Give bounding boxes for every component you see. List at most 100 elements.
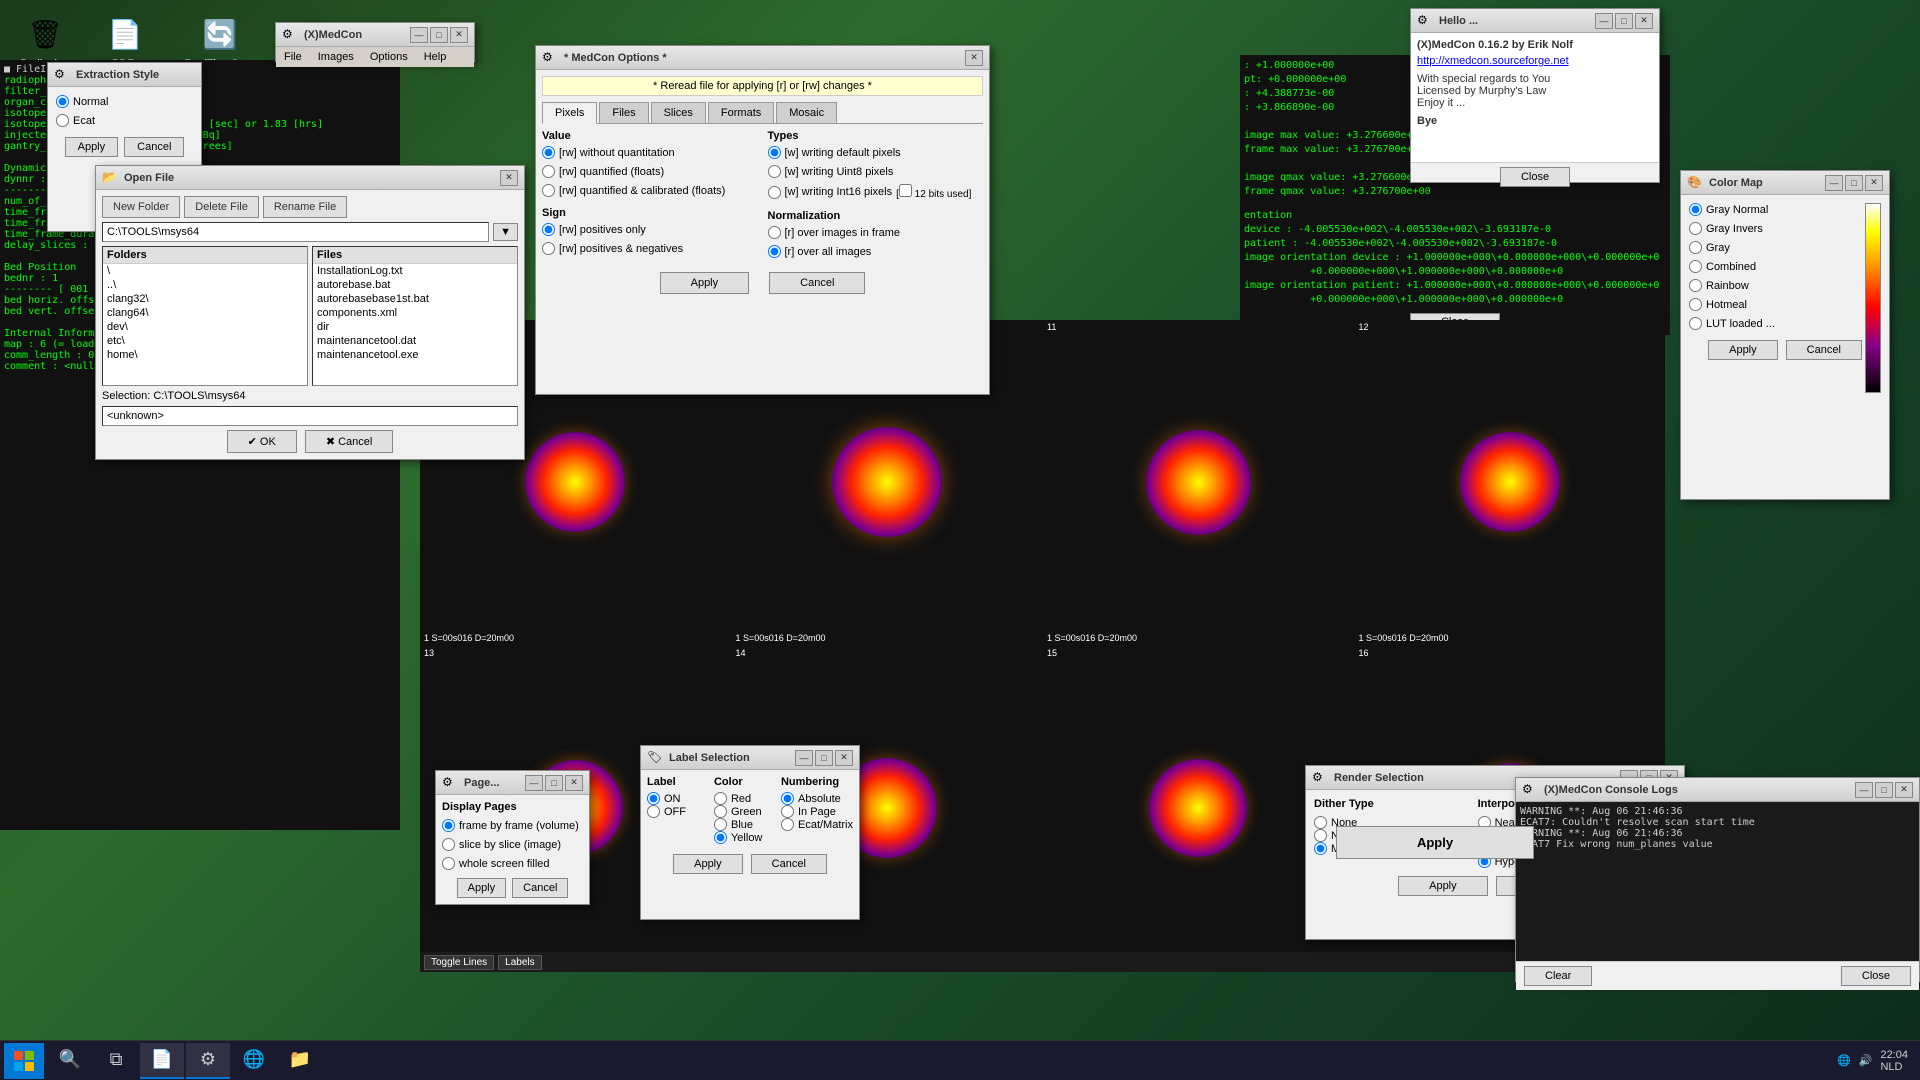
menu-help[interactable]: Help (416, 51, 455, 63)
labels-button[interactable]: Labels (498, 955, 541, 970)
taskbar-search[interactable]: 🔍 (48, 1043, 92, 1079)
close-button[interactable]: ✕ (835, 750, 853, 766)
cm-radio-4[interactable] (1689, 279, 1702, 292)
maximize-button[interactable]: □ (1875, 782, 1893, 798)
cancel-button[interactable]: Cancel (769, 272, 865, 294)
menu-file[interactable]: File (276, 51, 310, 63)
apply-button[interactable]: Apply (1708, 340, 1778, 360)
maximize-button[interactable]: □ (1845, 175, 1863, 191)
close-button[interactable]: ✕ (565, 775, 583, 791)
color-blue[interactable]: Blue (714, 818, 775, 831)
file-item-mainttoolexe[interactable]: maintenancetool.exe (313, 348, 517, 362)
maximize-button[interactable]: □ (430, 27, 448, 43)
norm-radio-0[interactable] (768, 226, 781, 239)
large-apply-button[interactable]: Apply (1336, 826, 1534, 859)
minimize-button[interactable]: — (1855, 782, 1873, 798)
folder-item-clang32[interactable]: clang32\ (103, 292, 307, 306)
num-inpage[interactable]: In Page (781, 805, 853, 818)
cm-option-6[interactable]: LUT loaded ... (1689, 317, 1851, 330)
minimize-button[interactable]: — (795, 750, 813, 766)
taskbar-pdf[interactable]: 📄 (140, 1043, 184, 1079)
color-green[interactable]: Green (714, 805, 775, 818)
minimize-button[interactable]: — (525, 775, 543, 791)
toggle-lines-button[interactable]: Toggle Lines (424, 955, 494, 970)
sign-option-1[interactable]: [rw] positives & negatives (542, 242, 758, 255)
folder-item-up[interactable]: ..\ (103, 278, 307, 292)
extraction-style-titlebar[interactable]: ⚙ Extraction Style (48, 63, 201, 87)
cm-radio-6[interactable] (1689, 317, 1702, 330)
norm-option-0[interactable]: [r] over images in frame (768, 226, 984, 239)
path-input[interactable] (102, 222, 489, 242)
menu-options[interactable]: Options (362, 51, 416, 63)
num-absolute[interactable]: Absolute (781, 792, 853, 805)
file-item-autorebase[interactable]: autorebase.bat (313, 278, 517, 292)
close-button[interactable]: ✕ (965, 50, 983, 66)
cm-radio-0[interactable] (1689, 203, 1702, 216)
page-radio-1[interactable] (442, 838, 455, 851)
tab-formats[interactable]: Formats (708, 102, 774, 123)
sign-radio-0[interactable] (542, 223, 555, 236)
maximize-button[interactable]: □ (1615, 13, 1633, 29)
folder-item-home[interactable]: home\ (103, 348, 307, 362)
close-button[interactable]: Close (1841, 966, 1911, 986)
file-item-installlog[interactable]: InstallationLog.txt (313, 264, 517, 278)
cm-radio-5[interactable] (1689, 298, 1702, 311)
path-dropdown[interactable]: ▼ (493, 223, 518, 241)
colormap-titlebar[interactable]: 🎨 Color Map — □ ✕ (1681, 171, 1889, 195)
xmedcon-titlebar[interactable]: ⚙ (X)MedCon — □ ✕ (276, 23, 474, 47)
cm-radio-3[interactable] (1689, 260, 1702, 273)
folder-item-clang64[interactable]: clang64\ (103, 306, 307, 320)
clear-button[interactable]: Clear (1524, 966, 1592, 986)
cm-option-0[interactable]: Gray Normal (1689, 203, 1851, 216)
types-option-2[interactable]: [w] writing Int16 pixels [ 12 bits used] (768, 184, 984, 200)
label-titlebar[interactable]: 🏷 Label Selection — □ ✕ (641, 746, 859, 770)
file-item-dir[interactable]: dir (313, 320, 517, 334)
sign-radio-1[interactable] (542, 242, 555, 255)
maximize-button[interactable]: □ (545, 775, 563, 791)
types-radio-2[interactable] (768, 186, 781, 199)
types-option-1[interactable]: [w] writing Uint8 pixels (768, 165, 984, 178)
folder-item-etc[interactable]: etc\ (103, 334, 307, 348)
console-titlebar[interactable]: ⚙ (X)MedCon Console Logs — □ ✕ (1516, 778, 1919, 802)
cm-option-4[interactable]: Rainbow (1689, 279, 1851, 292)
close-button[interactable]: ✕ (1635, 13, 1653, 29)
sign-option-0[interactable]: [rw] positives only (542, 223, 758, 236)
menu-images[interactable]: Images (310, 51, 362, 63)
cancel-button[interactable]: Cancel (124, 137, 184, 157)
types-radio-1[interactable] (768, 165, 781, 178)
medcon-options-titlebar[interactable]: ⚙ * MedCon Options * ✕ (536, 46, 989, 70)
12bits-checkbox[interactable] (899, 184, 912, 197)
cm-option-2[interactable]: Gray (1689, 241, 1851, 254)
cm-option-3[interactable]: Combined (1689, 260, 1851, 273)
close-button[interactable]: ✕ (1895, 782, 1913, 798)
cancel-button[interactable]: Cancel (512, 878, 568, 898)
label-off[interactable]: OFF (647, 805, 708, 818)
minimize-button[interactable]: — (1825, 175, 1843, 191)
apply-button[interactable]: Apply (1398, 876, 1488, 896)
tab-slices[interactable]: Slices (651, 102, 706, 123)
radio-ecat-input[interactable] (56, 114, 69, 127)
value-radio-2[interactable] (542, 184, 555, 197)
page-titlebar[interactable]: ⚙ Page... — □ ✕ (436, 771, 589, 795)
maximize-button[interactable]: □ (815, 750, 833, 766)
tab-mosaic[interactable]: Mosaic (776, 102, 837, 123)
apply-button[interactable]: Apply (673, 854, 743, 874)
value-radio-1[interactable] (542, 165, 555, 178)
apply-button[interactable]: Apply (660, 272, 750, 294)
color-red[interactable]: Red (714, 792, 775, 805)
types-option-0[interactable]: [w] writing default pixels (768, 146, 984, 159)
ok-button[interactable]: ✔ OK (227, 430, 297, 453)
rename-file-button[interactable]: Rename File (263, 196, 347, 218)
close-button[interactable]: ✕ (1865, 175, 1883, 191)
cancel-button[interactable]: Cancel (1786, 340, 1862, 360)
types-radio-0[interactable] (768, 146, 781, 159)
start-button[interactable] (4, 1043, 44, 1079)
minimize-button[interactable]: — (410, 27, 428, 43)
file-item-mainttool[interactable]: maintenancetool.dat (313, 334, 517, 348)
value-option-1[interactable]: [rw] quantified (floats) (542, 165, 758, 178)
page-radio-0[interactable] (442, 819, 455, 832)
cancel-button[interactable]: Cancel (751, 854, 827, 874)
radio-ecat[interactable]: Ecat (56, 114, 193, 127)
value-radio-0[interactable] (542, 146, 555, 159)
radio-normal[interactable]: Normal (56, 95, 193, 108)
